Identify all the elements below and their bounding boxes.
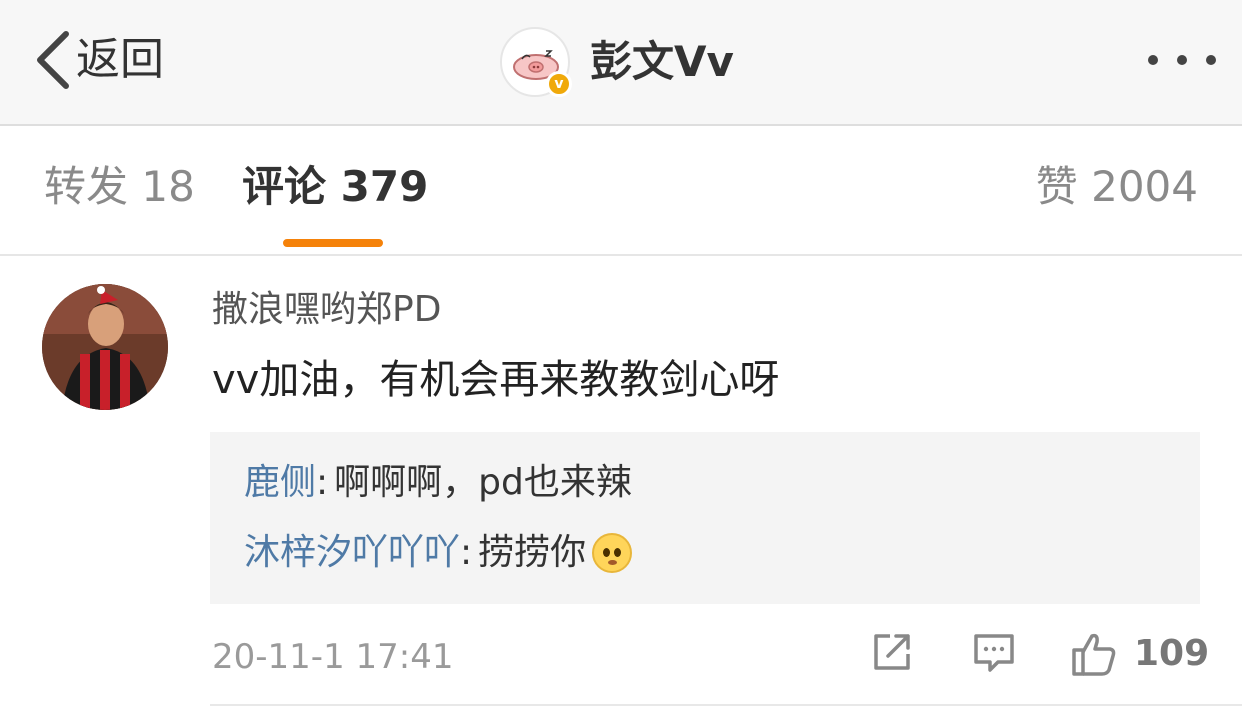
top-navigation-bar: 返回 v 彭文Vv — [0, 0, 1242, 126]
pleading-face-icon — [592, 533, 633, 573]
tab-reposts[interactable]: 转发 18 — [44, 166, 195, 208]
reply-separator: : — [316, 462, 329, 503]
dot-icon — [1148, 55, 1158, 65]
reply-username[interactable]: 沐梓汐吖吖吖 — [244, 535, 460, 571]
author-avatar[interactable]: v — [500, 27, 572, 97]
reply-item: 鹿侧 : 啊啊啊，pd也来辣 — [244, 465, 632, 501]
divider — [210, 704, 1242, 706]
commenter-avatar[interactable] — [42, 284, 168, 410]
back-button[interactable]: 返回 — [34, 22, 164, 98]
reply-text: 啊啊啊，pd也来辣 — [334, 462, 632, 503]
reply-list[interactable]: 鹿侧 : 啊啊啊，pd也来辣 沐梓汐吖吖吖 : 捞捞你 — [210, 432, 1200, 604]
page-title: 彭文Vv — [590, 37, 734, 86]
like-count: 109 — [1134, 633, 1210, 674]
comment-timestamp: 20-11-1 17:41 — [212, 637, 454, 677]
back-label: 返回 — [76, 34, 164, 85]
comment-text: vv加油，有机会再来教教剑心呀 — [212, 357, 780, 403]
tab-bar: 转发 18 评论 379 赞 2004 — [0, 126, 1242, 256]
reply-text: 捞捞你 — [478, 532, 587, 573]
comment-icon — [974, 634, 1014, 672]
tab-comments[interactable]: 评论 379 — [242, 166, 428, 208]
verified-badge: v — [546, 71, 572, 97]
reply-item: 沐梓汐吖吖吖 : 捞捞你 — [244, 532, 633, 573]
active-tab-indicator — [283, 239, 383, 247]
reply-username[interactable]: 鹿侧 — [244, 465, 316, 501]
share-icon — [874, 634, 910, 670]
reply-button[interactable] — [972, 630, 1016, 678]
commenter-name[interactable]: 撒浪嘿哟郑PD — [212, 292, 441, 328]
like-button[interactable]: 109 — [1070, 630, 1209, 678]
player-photo — [42, 284, 168, 410]
comment-item: 撒浪嘿哟郑PD vv加油，有机会再来教教剑心呀 鹿侧 : 啊啊啊，pd也来辣 沐… — [0, 258, 1242, 707]
more-options-button[interactable] — [1148, 40, 1216, 80]
dot-icon — [1206, 55, 1216, 65]
profile-header[interactable]: v 彭文Vv — [500, 24, 734, 100]
share-button[interactable] — [870, 630, 914, 678]
chevron-left-icon — [37, 31, 69, 89]
reply-separator: : — [460, 532, 473, 573]
thumbs-up-icon — [1072, 633, 1116, 676]
dot-icon — [1177, 55, 1187, 65]
tab-likes[interactable]: 赞 2004 — [1036, 166, 1198, 208]
